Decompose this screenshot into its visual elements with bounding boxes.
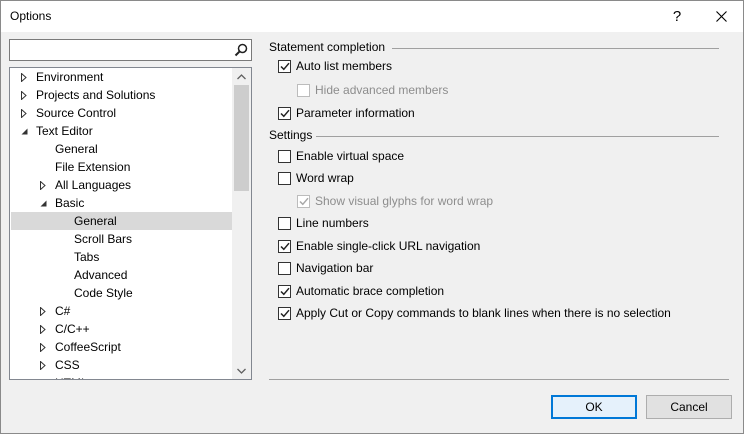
option-label: Automatic brace completion [296, 284, 445, 298]
tree-item-label: CSS [55, 358, 80, 372]
tree-item-label: Text Editor [36, 124, 93, 138]
group-divider [316, 136, 719, 137]
options-dialog: Options ? Environment Projects and Soluti… [0, 0, 744, 434]
option-label: Hide advanced members [315, 83, 449, 97]
dialog-title: Options [10, 9, 52, 23]
option-label: Apply Cut or Copy commands to blank line… [296, 306, 671, 320]
scroll-down-button[interactable] [232, 362, 251, 379]
tree-item[interactable]: C# [11, 302, 233, 320]
tree-item[interactable]: CoffeeScript [11, 338, 233, 356]
tree-item[interactable]: All Languages [11, 176, 233, 194]
collapsed-arrow-icon[interactable] [37, 356, 49, 374]
option-label: Word wrap [296, 171, 354, 185]
tree-item-label: File Extension [55, 160, 131, 174]
tree-item-label: General [74, 214, 117, 228]
help-button[interactable]: ? [657, 1, 697, 32]
checked-checkbox-icon[interactable] [278, 60, 291, 73]
tree-item[interactable]: Environment [11, 68, 233, 86]
tree-item-label: HTML [55, 374, 88, 379]
checked-checkbox-icon[interactable] [278, 240, 291, 253]
tree-item[interactable]: Tabs [11, 248, 233, 266]
tree-item-label: Tabs [74, 250, 100, 264]
title-bar: Options ? [1, 1, 743, 32]
tree-item[interactable]: HTML [11, 374, 233, 379]
close-icon [715, 11, 727, 22]
tree-item-label: C# [55, 304, 71, 318]
chevron-down-icon [237, 368, 246, 374]
options-tree[interactable]: Environment Projects and Solutions Source … [9, 67, 252, 380]
tree-item[interactable]: Advanced [11, 266, 233, 284]
ok-button[interactable]: OK [551, 395, 637, 419]
checked-checkbox-icon [297, 195, 310, 208]
unchecked-checkbox-icon [297, 84, 310, 97]
option-label: Show visual glyphs for word wrap [315, 194, 494, 208]
tree-item[interactable]: C/C++ [11, 320, 233, 338]
settings-header: Settings [269, 128, 313, 142]
collapsed-arrow-icon[interactable] [18, 104, 30, 122]
tree-item-label: Code Style [74, 286, 133, 300]
tree-item-label: General [55, 142, 98, 156]
tree-item-label: Basic [55, 196, 85, 210]
tree-item[interactable]: CSS [11, 356, 233, 374]
expanded-arrow-icon[interactable] [37, 194, 49, 212]
collapsed-arrow-icon[interactable] [18, 86, 30, 104]
checked-checkbox-icon[interactable] [278, 285, 291, 298]
collapsed-arrow-icon[interactable] [37, 374, 49, 379]
close-button[interactable] [701, 1, 741, 32]
tree-item-label: Environment [36, 70, 104, 84]
tree-item-label: C/C++ [55, 322, 90, 336]
search-icon [234, 43, 248, 57]
tree-item-label: Source Control [36, 106, 117, 120]
tree-item[interactable]: File Extension [11, 158, 233, 176]
tree-item[interactable]: Projects and Solutions [11, 86, 233, 104]
unchecked-checkbox-icon[interactable] [278, 172, 291, 185]
unchecked-checkbox-icon[interactable] [278, 262, 291, 275]
unchecked-checkbox-icon[interactable] [278, 150, 291, 163]
collapsed-arrow-icon[interactable] [18, 68, 30, 86]
collapsed-arrow-icon[interactable] [37, 302, 49, 320]
tree-item-label: All Languages [55, 178, 132, 192]
option-label: Parameter information [296, 106, 415, 120]
scroll-up-button[interactable] [232, 68, 251, 85]
scroll-thumb[interactable] [234, 85, 249, 191]
tree-item[interactable]: General [11, 212, 233, 230]
collapsed-arrow-icon[interactable] [37, 320, 49, 338]
collapsed-arrow-icon[interactable] [37, 338, 49, 356]
expanded-arrow-icon[interactable] [18, 122, 30, 140]
tree-item[interactable]: Code Style [11, 284, 233, 302]
option-label: Navigation bar [296, 261, 374, 275]
tree-item-label: CoffeeScript [55, 340, 121, 354]
option-label: Enable single-click URL navigation [296, 239, 481, 253]
collapsed-arrow-icon[interactable] [37, 176, 49, 194]
unchecked-checkbox-icon[interactable] [278, 217, 291, 230]
search-options-input[interactable] [9, 39, 252, 61]
checked-checkbox-icon[interactable] [278, 307, 291, 320]
group-divider [392, 48, 719, 49]
tree-item-label: Scroll Bars [74, 232, 133, 246]
help-icon: ? [672, 8, 682, 25]
statement-completion-header: Statement completion [269, 40, 386, 54]
tree-item-label: Projects and Solutions [36, 88, 156, 102]
cancel-button[interactable]: Cancel [646, 395, 732, 419]
footer-divider [269, 379, 729, 380]
tree-item[interactable]: Text Editor [11, 122, 233, 140]
tree-item-label: Advanced [74, 268, 128, 282]
option-label: Enable virtual space [296, 149, 405, 163]
tree-item[interactable]: Basic [11, 194, 233, 212]
option-label: Auto list members [296, 59, 393, 73]
chevron-up-icon [237, 73, 246, 79]
tree-item[interactable]: General [11, 140, 233, 158]
tree-item[interactable]: Source Control [11, 104, 233, 122]
tree-item[interactable]: Scroll Bars [11, 230, 233, 248]
tree-scrollbar[interactable] [232, 68, 251, 379]
checked-checkbox-icon[interactable] [278, 107, 291, 120]
option-label: Line numbers [296, 216, 369, 230]
